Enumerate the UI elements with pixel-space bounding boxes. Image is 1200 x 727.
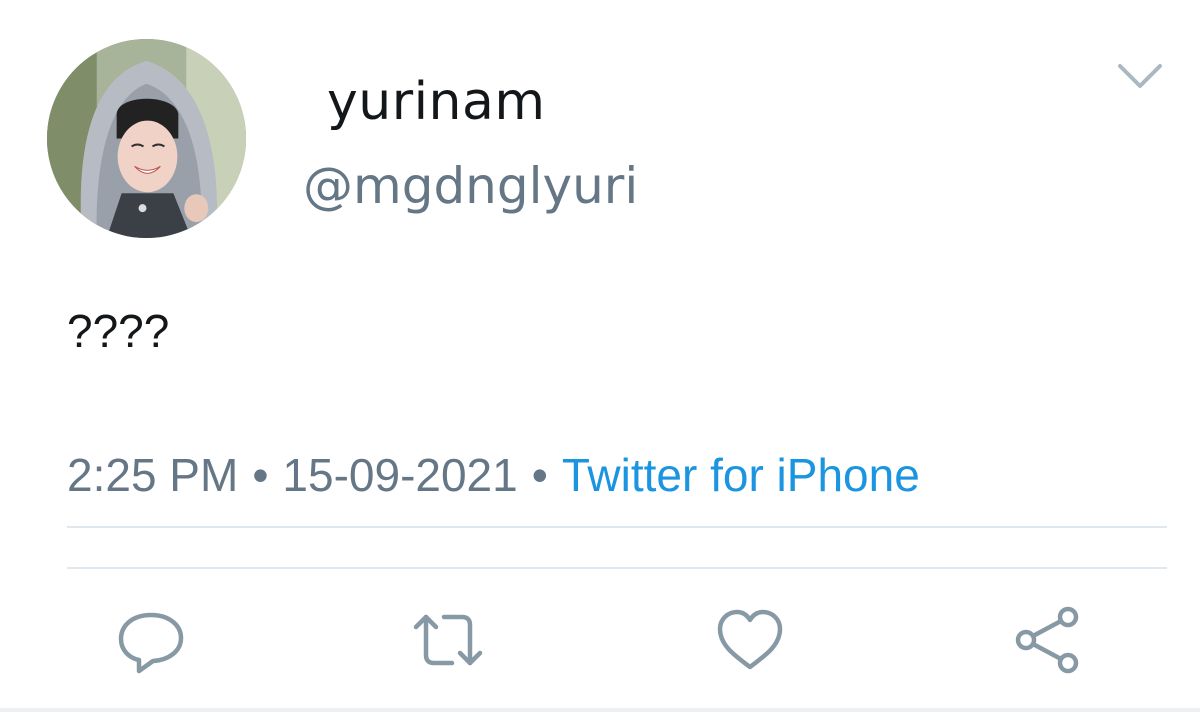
tweet-text: ???? (67, 305, 170, 357)
user-handle[interactable]: @mgdnglyuri (303, 155, 638, 217)
tweet-date[interactable]: 15-09-2021 (282, 449, 517, 501)
divider (67, 526, 1167, 528)
reply-icon (118, 612, 184, 674)
heart-icon (717, 609, 783, 670)
tweet-meta: 2:25 PM • 15-09-2021 • Twitter for iPhone (67, 445, 920, 505)
tweet-time[interactable]: 2:25 PM (67, 449, 238, 501)
retweet-button[interactable] (410, 605, 486, 675)
separator-dot: • (531, 449, 548, 501)
chevron-down-icon[interactable] (1112, 56, 1168, 96)
separator-dot: • (252, 449, 269, 501)
tweet-source-link[interactable]: Twitter for iPhone (562, 449, 920, 501)
share-icon (1015, 606, 1079, 674)
share-button[interactable] (1010, 605, 1086, 675)
retweet-icon (413, 614, 483, 666)
divider (0, 708, 1200, 712)
like-button[interactable] (712, 605, 788, 675)
reply-button[interactable] (113, 605, 189, 675)
divider (67, 567, 1167, 569)
profile-photo (47, 39, 246, 238)
avatar[interactable] (47, 39, 246, 238)
display-name[interactable]: yurinam (327, 70, 546, 134)
